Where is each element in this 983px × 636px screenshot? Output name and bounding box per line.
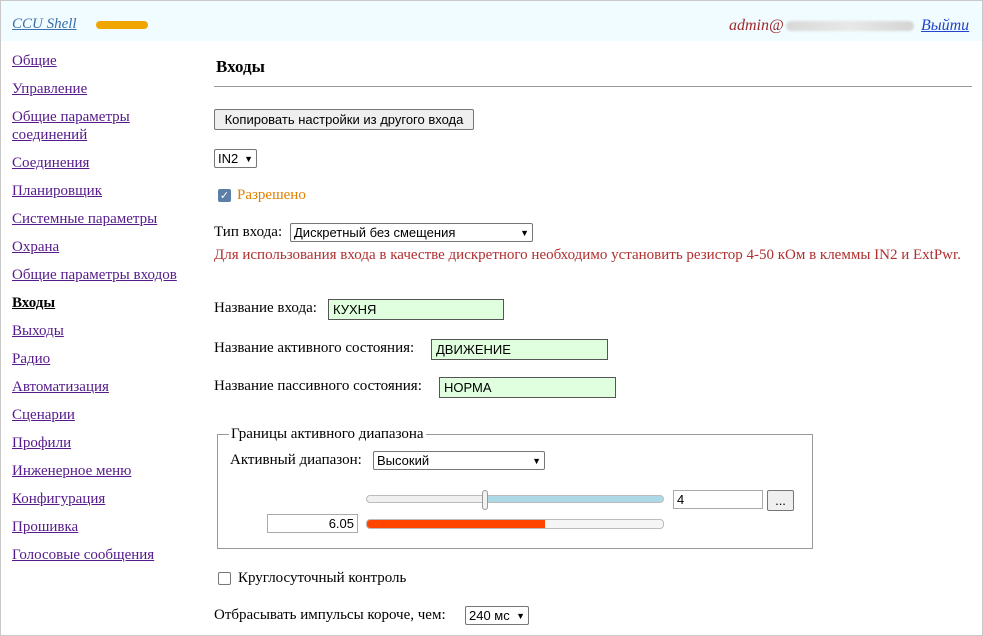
current-level-fill	[367, 520, 545, 528]
sidebar-item[interactable]: Прошивка	[12, 518, 202, 536]
page-title: Входы	[216, 57, 265, 76]
threshold-slider-track[interactable]	[366, 495, 664, 503]
input-type-label: Тип входа:	[214, 224, 283, 240]
current-value-display: 6.05	[267, 514, 358, 533]
current-level-bar	[366, 519, 664, 529]
input-type-value: Дискретный без смещения	[294, 225, 456, 240]
chevron-down-icon: ▼	[520, 227, 529, 238]
active-state-label: Название активного состояния:	[214, 340, 415, 356]
input-name-field[interactable]: КУХНЯ	[328, 299, 504, 320]
active-range-legend: Границы активного диапазона	[229, 426, 426, 443]
sidebar-item[interactable]: Охрана	[12, 238, 202, 256]
sidebar-item[interactable]: Сценарии	[12, 406, 202, 424]
user-account: admin@	[729, 17, 914, 35]
threshold-slider-fill	[485, 496, 663, 502]
title-divider	[214, 86, 972, 87]
sidebar-item[interactable]: Радио	[12, 350, 202, 368]
sidebar-item[interactable]: Общие	[12, 52, 202, 70]
pulse-filter-label: Отбрасывать импульсы короче, чем:	[214, 607, 446, 623]
sidebar-item[interactable]: Конфигурация	[12, 490, 202, 508]
enabled-checkbox[interactable]: ✓	[218, 189, 231, 202]
sidebar-item[interactable]: Голосовые сообщения	[12, 546, 202, 564]
copy-settings-button[interactable]: Копировать настройки из другого входа	[214, 109, 474, 130]
status-progress-bar	[96, 21, 148, 29]
active-state-field[interactable]: ДВИЖЕНИЕ	[431, 339, 608, 360]
sidebar-item[interactable]: Общие параметры соединений	[12, 108, 202, 144]
sidebar-item[interactable]: Соединения	[12, 154, 202, 172]
sidebar-item[interactable]: Планировщик	[12, 182, 202, 200]
input-type-select[interactable]: Дискретный без смещения ▼	[290, 223, 533, 242]
logout-link[interactable]: Выйти	[921, 17, 969, 35]
sidebar-item[interactable]: Автоматизация	[12, 378, 202, 396]
h24-control-label: Круглосуточный контроль	[238, 570, 407, 586]
resistor-warning: Для использования входа в качестве дискр…	[214, 247, 961, 263]
app-name-link[interactable]: CCU Shell	[12, 16, 77, 33]
chevron-down-icon: ▼	[244, 153, 253, 164]
h24-control-checkbox[interactable]	[218, 572, 231, 585]
chevron-down-icon: ▼	[532, 455, 541, 466]
chevron-down-icon: ▼	[516, 610, 525, 621]
sidebar-item[interactable]: Выходы	[12, 322, 202, 340]
active-range-select[interactable]: Высокий ▼	[373, 451, 545, 470]
sidebar-item[interactable]: Входы	[12, 294, 202, 312]
threshold-input[interactable]: 4	[673, 490, 763, 509]
sidebar-item[interactable]: Профили	[12, 434, 202, 452]
pulse-filter-value: 240 мс	[469, 608, 510, 623]
passive-state-label: Название пассивного состояния:	[214, 378, 422, 394]
sidebar-item[interactable]: Общие параметры входов	[12, 266, 202, 284]
enabled-label: Разрешено	[237, 187, 306, 203]
input-name-label: Название входа:	[214, 300, 317, 316]
input-select[interactable]: IN2 ▼	[214, 149, 257, 168]
sidebar-item[interactable]: Системные параметры	[12, 210, 202, 228]
active-range-value: Высокий	[377, 453, 430, 468]
active-range-label: Активный диапазон:	[230, 452, 362, 468]
sidebar-item[interactable]: Управление	[12, 80, 202, 98]
user-name: admin@	[729, 17, 784, 34]
sidebar-item[interactable]: Инженерное меню	[12, 462, 202, 480]
sidebar-nav: Общие Управление Общие параметры соединени…	[12, 52, 202, 574]
redacted-domain	[785, 21, 914, 32]
input-select-value: IN2	[218, 151, 239, 166]
threshold-slider-handle[interactable]	[482, 490, 489, 510]
pulse-filter-select[interactable]: 240 мс ▼	[465, 606, 529, 625]
passive-state-field[interactable]: НОРМА	[439, 377, 616, 398]
threshold-more-button[interactable]: ...	[767, 490, 794, 511]
